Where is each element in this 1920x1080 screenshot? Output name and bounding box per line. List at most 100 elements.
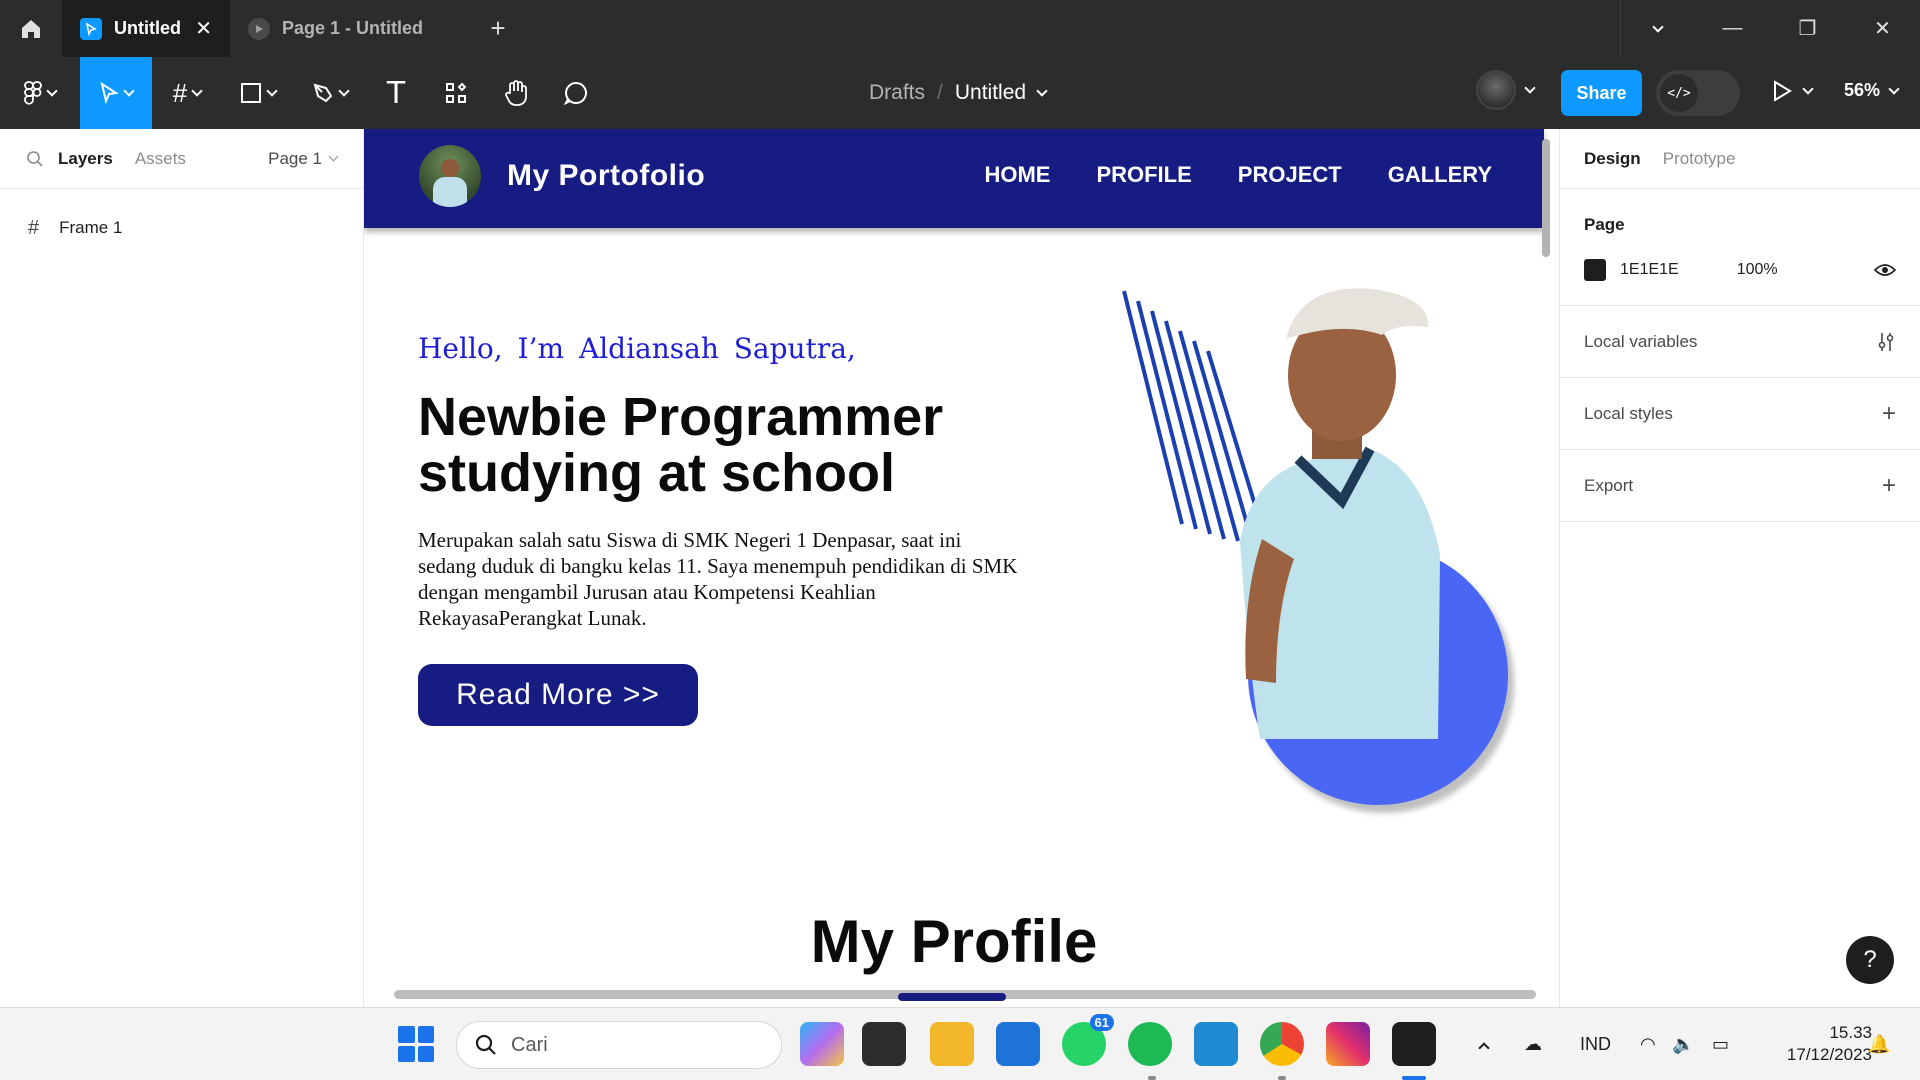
copilot-app-icon[interactable] <box>800 1022 844 1066</box>
read-more-button[interactable]: Read More >> <box>418 664 698 726</box>
help-button[interactable]: ? <box>1846 936 1894 984</box>
scrollbar-thumb[interactable] <box>898 993 1006 1001</box>
hand-tool[interactable] <box>486 57 546 129</box>
clock-time: 15.33 <box>1829 1023 1872 1042</box>
minimize-button[interactable]: — <box>1695 0 1770 57</box>
avatar <box>1476 70 1516 110</box>
close-window-button[interactable]: ✕ <box>1845 0 1920 57</box>
tab-prototype[interactable]: Prototype <box>1663 149 1736 169</box>
battery-icon[interactable]: ▭ <box>1712 1008 1729 1080</box>
plus-icon[interactable]: + <box>1882 400 1896 428</box>
move-tool[interactable] <box>80 57 152 129</box>
wifi-icon[interactable]: ◠ <box>1640 1008 1656 1080</box>
search-icon <box>475 1034 496 1055</box>
chevron-down-icon[interactable] <box>1036 85 1048 97</box>
local-styles-row[interactable]: Local styles + <box>1560 378 1920 450</box>
search-icon[interactable] <box>26 150 44 168</box>
taskbar-search[interactable]: Cari <box>456 1021 782 1069</box>
properties-panel: Design Prototype Page 1E1E1E 100% Local … <box>1559 129 1920 1007</box>
export-row[interactable]: Export + <box>1560 450 1920 522</box>
profile-avatar-image <box>419 145 481 207</box>
nav-gallery[interactable]: GALLERY <box>1388 162 1492 188</box>
windows-start-button[interactable] <box>398 1026 434 1062</box>
figma-app-icon[interactable] <box>1392 1022 1436 1066</box>
layers-panel: Layers Assets Page 1 # Frame 1 <box>0 129 364 1007</box>
system-clock[interactable]: 15.33 17/12/2023 <box>1760 1022 1872 1066</box>
main-menu-button[interactable] <box>0 57 80 129</box>
file-explorer-app-icon[interactable] <box>930 1022 974 1066</box>
page-selector[interactable]: Page 1 <box>268 149 339 169</box>
frame-icon: # <box>28 216 40 239</box>
chevron-down-icon <box>123 85 135 97</box>
nav-home[interactable]: HOME <box>984 162 1050 188</box>
chevron-down-icon <box>1652 20 1664 33</box>
comment-tool[interactable] <box>546 57 606 129</box>
home-icon <box>22 19 40 38</box>
close-tab-icon[interactable]: ✕ <box>195 16 212 41</box>
nav-profile[interactable]: PROFILE <box>1096 162 1191 188</box>
color-swatch[interactable] <box>1584 259 1606 281</box>
figma-logo-icon <box>24 81 42 105</box>
spotify-app-icon[interactable] <box>1128 1022 1172 1066</box>
resources-icon <box>446 82 467 103</box>
fill-hex-value[interactable]: 1E1E1E <box>1620 261 1679 279</box>
share-button[interactable]: Share <box>1561 70 1642 116</box>
tab-design[interactable]: Design <box>1584 149 1641 169</box>
dev-mode-toggle[interactable]: </> <box>1656 70 1740 116</box>
site-title: My Portofolio <box>507 159 706 192</box>
left-panel-tabs: Layers Assets Page 1 <box>0 129 363 189</box>
chrome-app-icon[interactable] <box>1260 1022 1304 1066</box>
restore-button[interactable]: ❐ <box>1770 0 1845 57</box>
volume-icon[interactable]: 🔈 <box>1672 1008 1694 1080</box>
restore-icon: ❐ <box>1798 18 1817 40</box>
canvas[interactable]: My Portofolio HOME PROFILE PROJECT GALLE… <box>364 129 1559 1007</box>
plus-icon[interactable]: + <box>1882 472 1896 500</box>
present-button[interactable] <box>1772 80 1814 102</box>
tab-page-1[interactable]: Page 1 - Untitled <box>230 0 470 57</box>
text-tool[interactable]: T <box>366 57 426 129</box>
layer-item-frame-1[interactable]: # Frame 1 <box>0 203 363 253</box>
sliders-icon[interactable] <box>1876 331 1896 353</box>
language-indicator[interactable]: IND <box>1580 1008 1611 1080</box>
vscode-app-icon[interactable] <box>1194 1022 1238 1066</box>
fill-opacity-value[interactable]: 100% <box>1737 261 1778 279</box>
breadcrumb-separator: / <box>937 81 943 104</box>
shape-tool[interactable] <box>222 57 294 129</box>
pen-icon <box>313 83 333 103</box>
local-variables-row[interactable]: Local variables <box>1560 306 1920 378</box>
hero-illustration <box>1104 279 1508 899</box>
notification-bell-icon[interactable]: 🔔 <box>1868 1008 1890 1080</box>
local-variables-label: Local variables <box>1584 331 1698 351</box>
virtual-desktop-app-icon[interactable] <box>862 1022 906 1066</box>
whatsapp-app-icon[interactable]: 61 <box>1062 1014 1114 1066</box>
zoom-level: 56% <box>1844 80 1881 100</box>
user-menu[interactable] <box>1476 70 1536 110</box>
nav-project[interactable]: PROJECT <box>1238 162 1342 188</box>
local-styles-label: Local styles <box>1584 403 1673 423</box>
page-fill-row[interactable]: 1E1E1E 100% <box>1584 235 1896 305</box>
breadcrumb-drafts[interactable]: Drafts <box>869 81 925 105</box>
show-hidden-icons[interactable] <box>1478 1008 1490 1080</box>
tabs-dropdown-button[interactable] <box>1620 0 1695 57</box>
toolbar: # T Drafts / Untitled Share </> 56% <box>0 57 1920 129</box>
home-button[interactable] <box>0 0 62 57</box>
cursor-icon <box>100 82 119 104</box>
tab-assets[interactable]: Assets <box>135 149 186 169</box>
file-name[interactable]: Untitled <box>955 81 1026 105</box>
tab-layers[interactable]: Layers <box>58 149 113 169</box>
text-icon: T <box>386 75 406 111</box>
instagram-app-icon[interactable] <box>1326 1022 1370 1066</box>
close-icon: ✕ <box>1874 18 1891 40</box>
pen-tool[interactable] <box>294 57 366 129</box>
eye-icon[interactable] <box>1874 262 1896 278</box>
breadcrumb: Drafts / Untitled <box>869 57 1048 129</box>
new-tab-button[interactable]: + <box>470 0 526 57</box>
microsoft-store-app-icon[interactable] <box>996 1022 1040 1066</box>
tab-label: Untitled <box>114 18 181 38</box>
onedrive-icon[interactable]: ☁ <box>1524 1008 1542 1080</box>
resources-tool[interactable] <box>426 57 486 129</box>
frame-tool[interactable]: # <box>152 57 222 129</box>
canvas-vertical-scrollbar[interactable] <box>1542 139 1550 257</box>
zoom-menu[interactable]: 56% <box>1844 80 1900 101</box>
tab-untitled[interactable]: Untitled ✕ <box>62 0 230 57</box>
